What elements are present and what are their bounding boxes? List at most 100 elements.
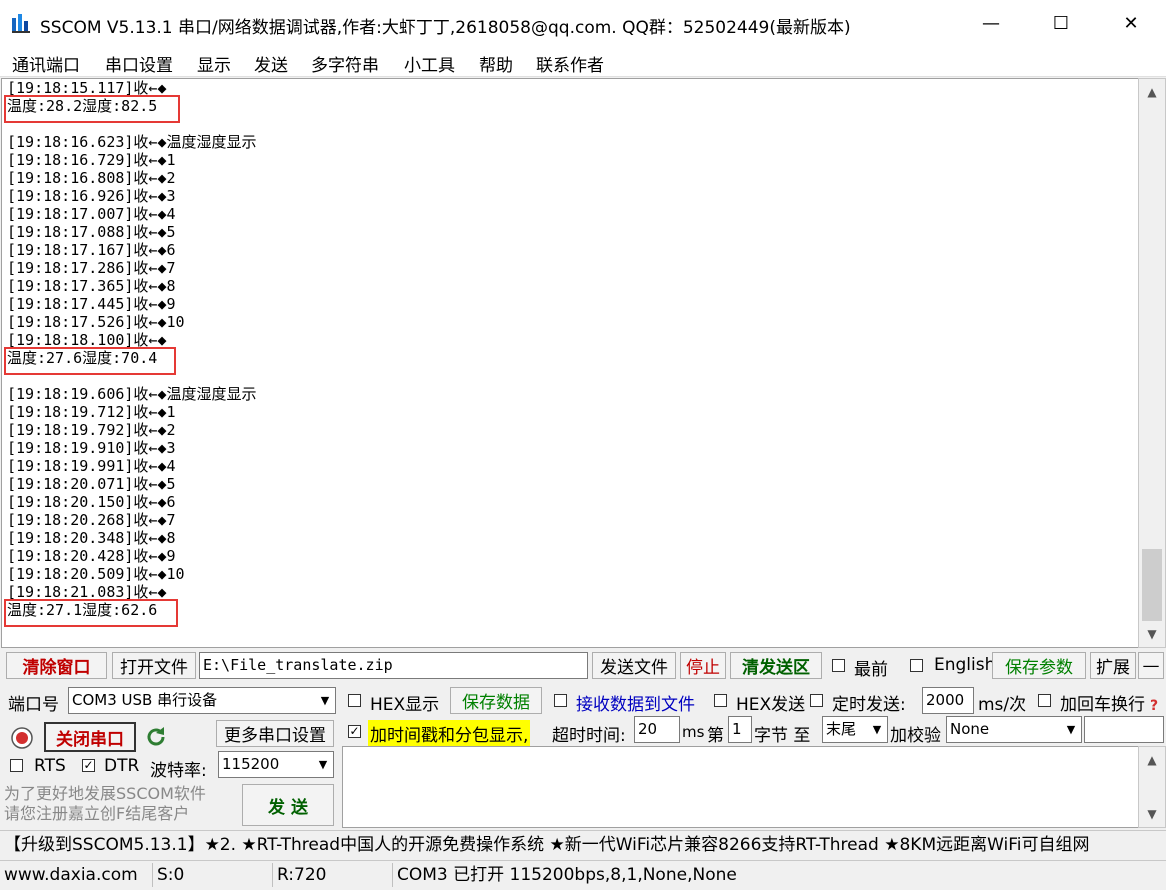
timed-send-label: 定时发送: [832,695,906,715]
title-bar: SSCOM V5.13.1 串口/网络数据调试器,作者:大虾丁丁,2618058… [0,0,1166,46]
receive-line: [19:18:17.167]收←◆6 [7,241,176,259]
crlf-checkbox[interactable] [1038,694,1051,707]
timed-send-checkbox[interactable] [810,694,823,707]
help-icon[interactable]: ? [1150,698,1158,714]
recv-to-file-label: 接收数据到文件 [576,695,695,715]
send-file-button[interactable]: 发送文件 [592,652,676,679]
save-data-button[interactable]: 保存数据 [450,687,542,714]
collapse-button[interactable]: — [1138,652,1164,679]
topmost-label: 最前 [854,660,888,680]
baud-select[interactable]: 115200 ▼ [218,751,334,778]
open-file-button[interactable]: 打开文件 [112,652,196,679]
menu-send[interactable]: 发送 [254,51,288,76]
hex-send-label: HEX发送 [736,695,806,715]
timestamp-checkbox[interactable]: ✓ [348,725,361,738]
scroll-up-icon[interactable]: ▲ [1139,81,1165,103]
menu-tools[interactable]: 小工具 [404,51,455,76]
news-ticker[interactable]: 【升级到SSCOM5.13.1】★2. ★RT-Thread中国人的开源免费操作… [0,830,1166,859]
timeout-label: 超时时间: [552,726,626,746]
rts-label: RTS [34,756,66,776]
byte-input[interactable]: 1 [728,716,752,743]
send-scrollbar[interactable]: ▲ ▼ [1138,746,1166,828]
menu-contact-author[interactable]: 联系作者 [536,51,604,76]
highlight-box [4,347,176,375]
receive-line: [19:18:20.428]收←◆9 [7,547,176,565]
stop-button[interactable]: 停止 [680,652,726,679]
chevron-down-icon[interactable]: ▼ [313,752,333,777]
rts-checkbox[interactable] [10,759,23,772]
menu-help[interactable]: 帮助 [479,51,513,76]
timeout-input[interactable]: 20 [634,716,680,743]
receive-line: [19:18:19.606]收←◆温度湿度显示 [7,385,257,403]
receive-line: [19:18:17.445]收←◆9 [7,295,176,313]
receive-line: [19:18:16.808]收←◆2 [7,169,176,187]
end-select[interactable]: 末尾 ▼ [822,716,888,743]
maximize-button[interactable]: ☐ [1026,0,1096,46]
save-params-button[interactable]: 保存参数 [992,652,1086,679]
send-button[interactable]: 发 送 [242,784,334,826]
send-input[interactable] [342,746,1140,828]
receive-line: [19:18:16.623]收←◆温度湿度显示 [7,133,257,151]
scroll-up-icon[interactable]: ▲ [1139,749,1165,771]
menu-display[interactable]: 显示 [197,51,231,76]
crlf-label: 加回车换行 [1060,695,1145,715]
close-button[interactable]: ✕ [1096,0,1166,46]
status-sent: S:0 [152,863,272,887]
timestamp-label: 加时间戳和分包显示, [368,720,531,747]
receive-line: [19:18:19.910]收←◆3 [7,439,176,457]
receive-line: [19:18:17.286]收←◆7 [7,259,176,277]
port-status-icon [11,727,33,749]
receive-line: [19:18:19.792]收←◆2 [7,421,176,439]
app-icon [12,14,30,33]
baud-label: 波特率: [150,761,207,781]
file-path-input[interactable]: E:\File_translate.zip [199,652,588,679]
hex-send-checkbox[interactable] [714,694,727,707]
clear-send-button[interactable]: 清发送区 [730,652,822,679]
chevron-down-icon[interactable]: ▼ [1061,717,1081,742]
refresh-icon[interactable] [144,725,168,749]
more-settings-button[interactable]: 更多串口设置 [216,720,334,747]
receive-line: [19:18:20.150]收←◆6 [7,493,176,511]
receive-line: [19:18:16.926]收←◆3 [7,187,176,205]
scroll-thumb[interactable] [1142,549,1162,621]
receive-area[interactable]: [19:18:15.117]收←◆ 温度:28.2湿度:82.5 [19:18:16… [1,78,1139,648]
promo-text[interactable]: 为了更好地发展SSCOM软件 请您注册嘉立创F结尾客户 [4,784,206,824]
dtr-checkbox[interactable]: ✓ [82,759,95,772]
close-port-button[interactable]: 关闭串口 [44,722,136,752]
expand-button[interactable]: 扩展 [1090,652,1136,679]
receive-line: [19:18:19.991]收←◆4 [7,457,176,475]
minimize-button[interactable]: — [956,0,1026,46]
english-checkbox[interactable] [910,659,923,672]
status-site[interactable]: www.daxia.com [0,863,152,887]
receive-line: [19:18:16.729]收←◆1 [7,151,176,169]
receive-line: [19:18:20.071]收←◆5 [7,475,176,493]
menu-multi-string[interactable]: 多字符串 [311,51,379,76]
interval-input[interactable]: 2000 [922,687,974,714]
checksum-extra-field[interactable] [1084,716,1164,743]
menu-bar: 通讯端口 串口设置 显示 发送 多字符串 小工具 帮助 联系作者 [0,46,1166,77]
highlight-box [4,95,180,123]
end-value: 末尾 [826,720,857,738]
chevron-down-icon[interactable]: ▼ [315,688,335,713]
scroll-down-icon[interactable]: ▼ [1139,623,1165,645]
menu-comm-port[interactable]: 通讯端口 [12,51,80,76]
recv-to-file-checkbox[interactable] [554,694,567,707]
topmost-checkbox[interactable] [832,659,845,672]
scroll-down-icon[interactable]: ▼ [1139,803,1165,825]
checksum-select[interactable]: None ▼ [946,716,1082,743]
chevron-down-icon[interactable]: ▼ [867,717,887,742]
receive-scrollbar[interactable]: ▲ ▼ [1138,78,1166,648]
port-select[interactable]: COM3 USB 串行设备 ▼ [68,687,336,714]
menu-serial-settings[interactable]: 串口设置 [105,51,173,76]
status-bar: www.daxia.com S:0 R:720 COM3 已打开 115200b… [0,860,1166,890]
promo-line-1: 为了更好地发展SSCOM软件 [4,784,206,803]
window-title: SSCOM V5.13.1 串口/网络数据调试器,作者:大虾丁丁,2618058… [40,18,851,38]
receive-line: [19:18:20.509]收←◆10 [7,565,185,583]
highlight-box [4,599,178,627]
status-received: R:720 [272,863,392,887]
port-value: COM3 USB 串行设备 [72,691,218,709]
hex-display-checkbox[interactable] [348,694,361,707]
news-ticker-text: 【升级到SSCOM5.13.1】★2. ★RT-Thread中国人的开源免费操作… [4,835,1090,855]
dtr-label: DTR [104,756,140,776]
clear-window-button[interactable]: 清除窗口 [6,652,107,679]
